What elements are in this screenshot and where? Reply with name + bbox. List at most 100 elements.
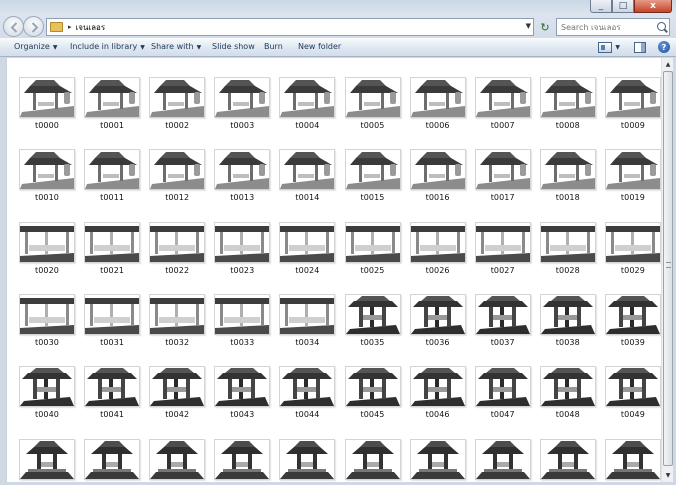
- file-item[interactable]: t0019: [598, 132, 661, 202]
- file-item[interactable]: t0046: [403, 349, 469, 419]
- file-thumbnail[interactable]: [344, 221, 401, 263]
- file-item[interactable]: t0041: [77, 349, 143, 419]
- file-item[interactable]: t0000: [12, 60, 78, 130]
- file-thumbnail[interactable]: [604, 149, 661, 191]
- preview-pane-icon[interactable]: [634, 41, 646, 53]
- refresh-button[interactable]: ↻: [538, 18, 552, 36]
- breadcrumb-separator[interactable]: ▸: [68, 23, 72, 31]
- organize-button[interactable]: Organize ▼: [14, 42, 57, 51]
- file-thumbnail[interactable]: [149, 293, 206, 335]
- file-item[interactable]: t0022: [142, 205, 208, 275]
- file-thumbnail[interactable]: [214, 77, 271, 118]
- file-item[interactable]: t0003: [207, 60, 273, 130]
- file-item[interactable]: t0034: [272, 277, 338, 347]
- file-item[interactable]: t0042: [142, 349, 208, 419]
- file-thumbnail[interactable]: [539, 293, 596, 335]
- file-item[interactable]: t0009: [598, 60, 661, 130]
- file-thumbnail[interactable]: [539, 149, 596, 191]
- file-item[interactable]: t0053: [207, 422, 273, 483]
- file-thumbnail[interactable]: [409, 77, 466, 118]
- vertical-scrollbar[interactable]: ▲ ▼: [661, 58, 673, 482]
- address-bar[interactable]: ▸ เจนเลอร ▼: [46, 18, 534, 36]
- file-thumbnail[interactable]: [214, 221, 271, 263]
- file-thumbnail[interactable]: [279, 149, 336, 191]
- file-thumbnail[interactable]: [344, 149, 401, 191]
- file-item[interactable]: t0059: [598, 422, 661, 483]
- file-item[interactable]: t0029: [598, 205, 661, 275]
- close-button[interactable]: x: [634, 0, 672, 13]
- file-thumbnail[interactable]: [149, 221, 206, 263]
- file-item[interactable]: t0015: [338, 132, 404, 202]
- file-thumbnail[interactable]: [604, 77, 661, 118]
- file-item[interactable]: t0054: [272, 422, 338, 483]
- file-thumbnail[interactable]: [84, 221, 141, 263]
- file-thumbnail[interactable]: [409, 438, 466, 480]
- file-thumbnail[interactable]: [19, 221, 75, 263]
- file-thumbnail[interactable]: [214, 438, 271, 480]
- file-item[interactable]: t0052: [142, 422, 208, 483]
- file-item[interactable]: t0024: [272, 205, 338, 275]
- share-with-button[interactable]: Share with ▼: [151, 42, 201, 51]
- file-thumbnail[interactable]: [279, 293, 336, 335]
- file-thumbnail[interactable]: [604, 438, 661, 480]
- file-thumbnail[interactable]: [474, 438, 531, 480]
- forward-button[interactable]: [23, 16, 44, 37]
- file-item[interactable]: t0002: [142, 60, 208, 130]
- file-item[interactable]: t0051: [77, 422, 143, 483]
- file-thumbnail[interactable]: [604, 293, 661, 335]
- file-item[interactable]: t0040: [12, 349, 78, 419]
- minimize-button[interactable]: _: [590, 0, 612, 13]
- file-item[interactable]: t0001: [77, 60, 143, 130]
- file-thumbnail[interactable]: [149, 77, 206, 118]
- file-item[interactable]: t0011: [77, 132, 143, 202]
- file-item[interactable]: t0027: [468, 205, 534, 275]
- file-thumbnail[interactable]: [409, 293, 466, 335]
- file-thumbnail[interactable]: [19, 77, 75, 118]
- file-item[interactable]: t0018: [533, 132, 599, 202]
- new-folder-button[interactable]: New folder: [298, 42, 341, 51]
- file-item[interactable]: t0044: [272, 349, 338, 419]
- file-thumbnail[interactable]: [84, 438, 141, 480]
- file-thumbnail[interactable]: [409, 366, 466, 408]
- file-item[interactable]: t0023: [207, 205, 273, 275]
- file-thumbnail[interactable]: [149, 366, 206, 408]
- file-item[interactable]: t0056: [403, 422, 469, 483]
- file-item[interactable]: t0043: [207, 349, 273, 419]
- file-item[interactable]: t0014: [272, 132, 338, 202]
- file-thumbnail[interactable]: [214, 293, 271, 335]
- file-item[interactable]: t0013: [207, 132, 273, 202]
- chevron-down-icon[interactable]: ▼: [615, 44, 620, 51]
- search-box[interactable]: [556, 18, 670, 36]
- scrollbar-thumb[interactable]: [663, 71, 673, 466]
- maximize-button[interactable]: □: [612, 0, 634, 13]
- file-item[interactable]: t0031: [77, 277, 143, 347]
- file-item[interactable]: t0055: [338, 422, 404, 483]
- file-item[interactable]: t0016: [403, 132, 469, 202]
- file-item[interactable]: t0007: [468, 60, 534, 130]
- file-item[interactable]: t0038: [533, 277, 599, 347]
- file-item[interactable]: t0020: [12, 205, 78, 275]
- help-icon[interactable]: ?: [658, 41, 670, 53]
- file-thumbnail[interactable]: [279, 366, 336, 408]
- slide-show-button[interactable]: Slide show: [212, 42, 255, 51]
- file-thumbnail[interactable]: [84, 77, 141, 118]
- file-item[interactable]: t0058: [533, 422, 599, 483]
- file-thumbnail[interactable]: [539, 366, 596, 408]
- file-item[interactable]: t0028: [533, 205, 599, 275]
- file-item[interactable]: t0036: [403, 277, 469, 347]
- file-thumbnail[interactable]: [84, 366, 141, 408]
- file-item[interactable]: t0037: [468, 277, 534, 347]
- burn-button[interactable]: Burn: [264, 42, 283, 51]
- back-button[interactable]: [3, 16, 24, 37]
- scroll-down-icon[interactable]: ▼: [663, 470, 673, 481]
- file-item[interactable]: t0035: [338, 277, 404, 347]
- file-thumbnail[interactable]: [474, 149, 531, 191]
- file-thumbnail[interactable]: [84, 293, 141, 335]
- file-thumbnail[interactable]: [474, 293, 531, 335]
- file-thumbnail[interactable]: [84, 149, 141, 191]
- file-thumbnail[interactable]: [604, 221, 661, 263]
- file-thumbnail[interactable]: [19, 366, 75, 408]
- file-item[interactable]: t0049: [598, 349, 661, 419]
- file-item[interactable]: t0047: [468, 349, 534, 419]
- file-item[interactable]: t0057: [468, 422, 534, 483]
